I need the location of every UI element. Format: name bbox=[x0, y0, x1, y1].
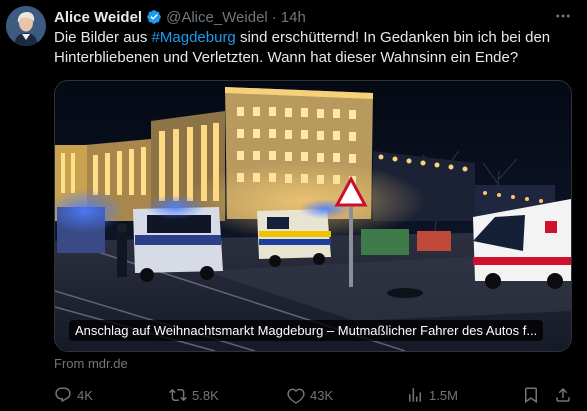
author-handle[interactable]: @Alice_Weidel bbox=[166, 9, 268, 26]
views-button[interactable]: 1.5M bbox=[406, 384, 458, 406]
views-chart-icon bbox=[409, 388, 421, 402]
bookmark-icon bbox=[525, 387, 537, 404]
share-icon bbox=[556, 387, 570, 402]
author-name[interactable]: Alice Weidel bbox=[54, 9, 142, 26]
card-caption: Anschlag auf Weihnachtsmarkt Magdeburg –… bbox=[69, 320, 544, 341]
repost-icon bbox=[169, 388, 187, 402]
heart-icon bbox=[287, 388, 305, 404]
link-card[interactable]: Anschlag auf Weihnachtsmarkt Magdeburg –… bbox=[54, 80, 572, 352]
verified-badge-icon[interactable] bbox=[146, 9, 162, 25]
reply-icon bbox=[55, 387, 71, 403]
like-count: 43K bbox=[310, 387, 334, 403]
card-source[interactable]: From mdr.de bbox=[54, 356, 128, 371]
separator-dot: · bbox=[271, 8, 277, 26]
tweet[interactable]: Alice Weidel @Alice_Weidel · 14h Die Bil… bbox=[0, 0, 587, 411]
reply-button[interactable]: 4K bbox=[54, 384, 93, 406]
tweet-time[interactable]: 14h bbox=[281, 9, 306, 26]
repost-count: 5.8K bbox=[192, 387, 219, 403]
share-button[interactable] bbox=[554, 384, 577, 406]
reply-count: 4K bbox=[77, 387, 93, 403]
tweet-text-before: Die Bilder aus bbox=[54, 29, 152, 46]
avatar[interactable] bbox=[6, 6, 46, 46]
repost-button[interactable]: 5.8K bbox=[169, 384, 219, 406]
tweet-text: Die Bilder aus #Magdeburg sind erschütte… bbox=[54, 28, 574, 68]
hashtag-link[interactable]: #Magdeburg bbox=[152, 29, 236, 46]
tweet-header: Alice Weidel @Alice_Weidel · 14h bbox=[54, 7, 306, 27]
more-options-icon[interactable] bbox=[553, 6, 573, 26]
views-count: 1.5M bbox=[429, 387, 458, 403]
like-button[interactable]: 43K bbox=[287, 384, 333, 406]
avatar-image bbox=[6, 6, 46, 46]
card-image bbox=[55, 81, 571, 351]
bookmark-button[interactable] bbox=[522, 384, 545, 406]
action-bar: 4K 5.8K 43K 1.5M bbox=[54, 384, 574, 406]
